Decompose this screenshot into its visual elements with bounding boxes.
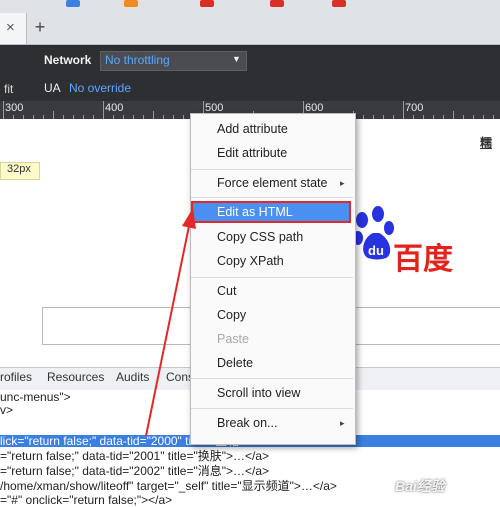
ruler-tick-label: 400 [105, 102, 124, 114]
menu-item-cut[interactable]: Cut [217, 284, 236, 298]
dom-line[interactable]: ="return false;" data-tid="2001" title="… [0, 450, 500, 462]
ruler-tick [103, 101, 104, 119]
top-nav-link[interactable]: 糯 [480, 134, 492, 151]
menu-item-add-attribute[interactable]: Add attribute [217, 122, 288, 136]
svg-text:du: du [368, 243, 384, 258]
tab-resources[interactable]: Resources [47, 370, 104, 384]
menu-separator [191, 408, 353, 409]
baidu-paw-logo-icon: du [353, 206, 394, 260]
ruler-tick [3, 101, 4, 119]
menu-item-copy-css-path[interactable]: Copy CSS path [217, 230, 303, 244]
menu-separator [191, 277, 353, 278]
menu-item-paste: Paste [217, 332, 249, 346]
bookmark-favicon-icon[interactable] [66, 0, 80, 7]
menu-item-copy[interactable]: Copy [217, 308, 246, 322]
baidu-logo-text: 百度 [393, 242, 453, 277]
submenu-arrow-icon: ▸ [340, 418, 345, 428]
menu-item-force-element-state[interactable]: Force element state [217, 176, 327, 190]
ua-label: UA [44, 81, 61, 95]
menu-separator [191, 197, 353, 198]
watermark-logo: Bai经验 [395, 478, 445, 494]
submenu-arrow-icon: ▸ [340, 178, 345, 188]
ruler-tick-label: 300 [5, 102, 24, 114]
menu-separator [191, 169, 353, 170]
menu-item-edit-attribute[interactable]: Edit attribute [217, 146, 287, 160]
size-badge-text: 32px [7, 163, 31, 175]
bookmark-favicon-icon[interactable] [332, 0, 346, 7]
fit-label[interactable]: fit [4, 82, 13, 96]
ua-override-value[interactable]: No override [69, 81, 131, 95]
bookmark-favicon-icon[interactable] [124, 0, 138, 7]
tab-audits[interactable]: Audits [116, 370, 149, 384]
menu-separator [191, 378, 353, 379]
new-tab-button[interactable]: + [30, 13, 50, 41]
ruler-tick-label: 700 [405, 102, 424, 114]
menu-item-delete[interactable]: Delete [217, 356, 253, 370]
tab-profiles[interactable]: rofiles [0, 370, 32, 384]
menu-item-edit-as-html[interactable]: Edit as HTML [217, 205, 293, 219]
ruler-tick [453, 111, 454, 119]
ruler-tick [403, 101, 404, 119]
dropdown-caret-icon[interactable]: ▼ [232, 54, 241, 64]
menu-item-break-on[interactable]: Break on... [217, 416, 277, 430]
ruler-tick [53, 111, 54, 119]
network-label: Network [44, 53, 92, 67]
network-throttling-value[interactable]: No throttling [105, 53, 170, 67]
bookmark-favicon-icon[interactable] [270, 0, 284, 7]
tab-close-icon[interactable]: × [6, 19, 15, 36]
bookmark-favicon-icon[interactable] [200, 0, 214, 7]
menu-item-scroll-into-view[interactable]: Scroll into view [217, 386, 300, 400]
menu-item-copy-xpath[interactable]: Copy XPath [217, 254, 284, 268]
ruler-tick [153, 111, 154, 119]
